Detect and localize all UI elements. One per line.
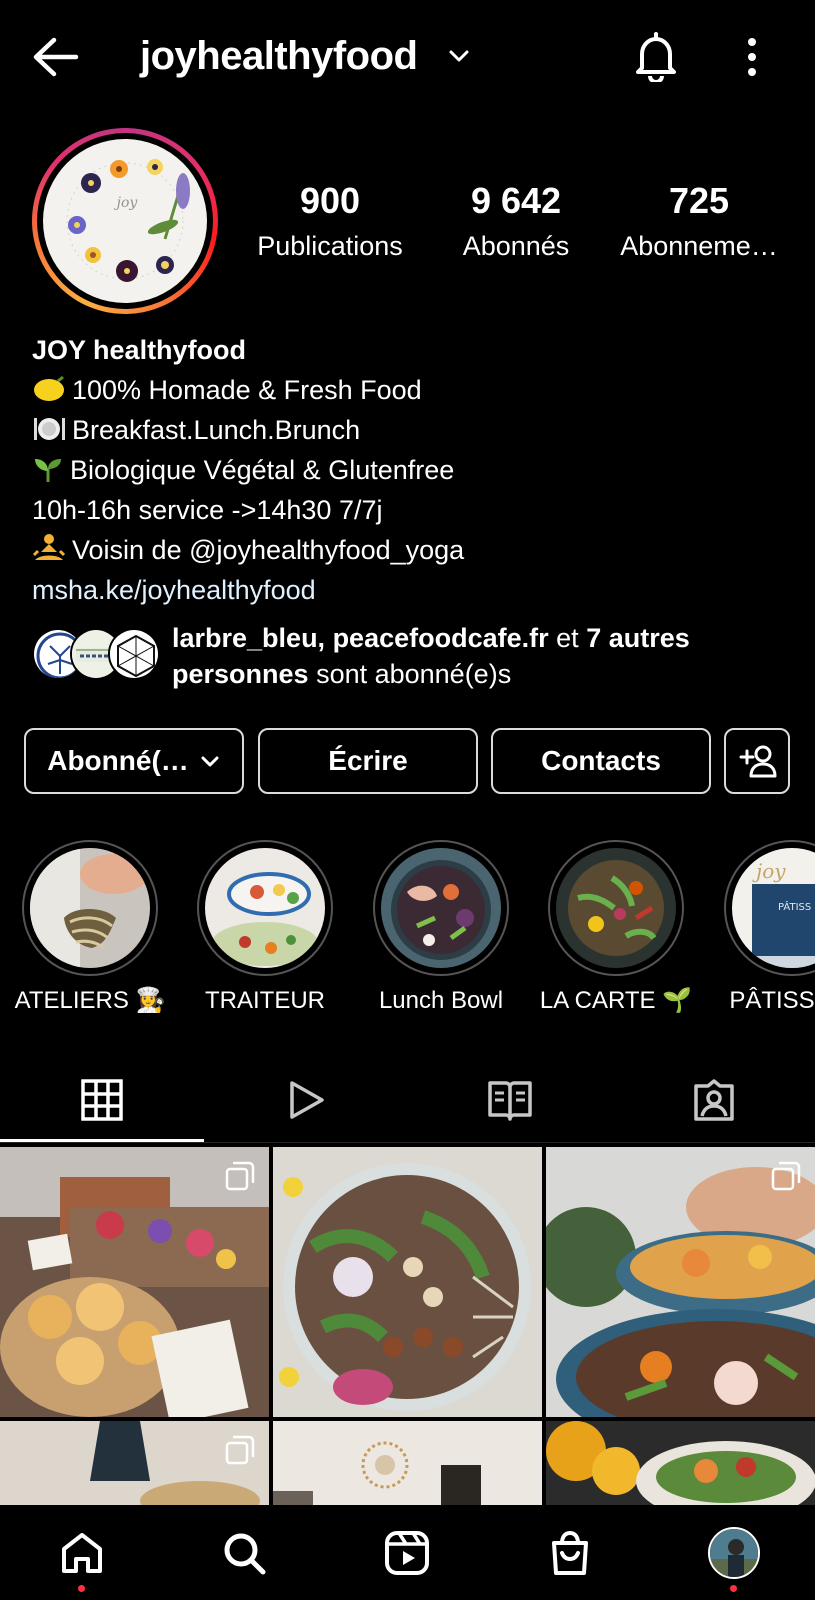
highlight-cover — [205, 848, 325, 968]
highlight-lunch-bowl[interactable]: Lunch Bowl — [373, 840, 509, 1014]
profile-avatar-icon — [708, 1527, 760, 1579]
shop-bag-icon — [552, 1530, 588, 1575]
tab-reels[interactable] — [204, 1058, 408, 1142]
nav-search[interactable] — [214, 1523, 274, 1583]
stat-followers[interactable]: 9 642 Abonnés — [448, 180, 584, 264]
highlight-cover — [556, 848, 676, 968]
bio-link[interactable]: msha.ke/joyhealthyfood — [32, 570, 792, 610]
message-button-label: Écrire — [328, 745, 408, 776]
bio-line-text: Breakfast.Lunch.Brunch — [72, 415, 361, 445]
post-grid — [0, 1147, 815, 1505]
bell-icon[interactable] — [632, 30, 680, 82]
profile-avatar: joy — [43, 139, 207, 303]
message-button[interactable]: Écrire — [258, 728, 478, 794]
highlight-ateliers[interactable]: ATELIERS 👩‍🍳 — [15, 840, 165, 1014]
following-button[interactable]: Abonné(… — [24, 728, 244, 794]
highlight-cover — [30, 848, 150, 968]
follower-avatar — [108, 628, 160, 680]
contacts-button[interactable]: Contacts — [491, 728, 711, 794]
followed-by-text: larbre_bleu, peacefoodcafe.fr et 7 autre… — [172, 620, 772, 692]
notification-dot — [730, 1585, 737, 1592]
followed-by-connector: et — [556, 623, 579, 653]
highlight-patisserie[interactable]: joy PÂTISS PÂTISSERI — [724, 840, 815, 1014]
seedling-icon — [35, 459, 61, 482]
profile-avatar-ring[interactable]: joy — [32, 128, 218, 314]
home-icon — [62, 1533, 102, 1573]
stat-following-count: 725 — [668, 180, 730, 221]
post-thumbnail[interactable] — [0, 1147, 269, 1417]
post-thumbnail[interactable] — [546, 1147, 815, 1417]
highlight-cover: joy PÂTISS — [732, 848, 815, 968]
chevron-down-icon[interactable] — [446, 40, 472, 70]
profile-bio: JOY healthyfood 100% Homade & Fresh Food… — [32, 330, 792, 610]
bio-line-text: Biologique Végétal & Glutenfree — [70, 455, 455, 485]
stat-posts-count: 900 — [299, 180, 361, 221]
profile-tabs — [0, 1058, 815, 1142]
post-thumbnail[interactable] — [0, 1421, 269, 1505]
grid-icon — [81, 1079, 123, 1121]
post-thumbnail[interactable] — [273, 1147, 542, 1417]
reels-icon — [385, 1531, 429, 1575]
bio-line: 100% Homade & Fresh Food — [32, 370, 792, 410]
contacts-button-label: Contacts — [541, 745, 661, 776]
nav-home[interactable] — [52, 1523, 112, 1592]
bio-line: Voisin de @joyhealthyfood_yoga — [32, 530, 792, 570]
following-button-label: Abonné(… — [47, 745, 189, 776]
profile-username[interactable]: joyhealthyfood — [140, 30, 418, 82]
carousel-icon — [771, 1161, 801, 1191]
search-icon — [224, 1533, 266, 1575]
highlight-cover-text: joy — [752, 859, 786, 883]
tab-tagged[interactable] — [612, 1058, 815, 1142]
post-thumbnail[interactable] — [273, 1421, 542, 1505]
stat-following[interactable]: 725 Abonneme… — [614, 180, 784, 264]
profile-display-name: JOY healthyfood — [32, 335, 247, 365]
bio-line-text: 100% Homade & Fresh Food — [72, 375, 422, 405]
stat-posts-label: Publications — [257, 231, 403, 261]
carousel-icon — [225, 1161, 255, 1191]
lemon-icon — [34, 375, 64, 401]
stat-following-label: Abonneme… — [620, 231, 778, 261]
bio-line: Biologique Végétal & Glutenfree — [32, 450, 792, 490]
plate-cutlery-icon — [34, 418, 65, 440]
highlight-traiteur[interactable]: TRAITEUR — [197, 840, 333, 1014]
top-bar: joyhealthyfood — [0, 0, 815, 112]
stat-followers-count: 9 642 — [470, 180, 562, 221]
suggest-users-button[interactable] — [724, 728, 790, 794]
tagged-person-icon — [694, 1079, 734, 1121]
stat-followers-label: Abonnés — [462, 231, 570, 261]
yoga-person-icon — [32, 534, 66, 560]
back-arrow-icon[interactable] — [30, 34, 82, 80]
chevron-down-icon — [201, 756, 219, 767]
highlight-cover — [381, 848, 501, 968]
highlight-label: PÂTISSERI — [729, 987, 815, 1014]
bottom-navigation — [0, 1505, 815, 1600]
flower-wreath-logo: joy — [66, 159, 190, 282]
tab-grid[interactable] — [0, 1058, 204, 1142]
add-user-icon — [739, 745, 777, 778]
post-thumbnail[interactable] — [546, 1421, 815, 1505]
followed-by-names: larbre_bleu, peacefoodcafe.fr — [172, 623, 549, 653]
avatar-logo-text: joy — [114, 195, 139, 211]
highlight-cover-text: PÂTISS — [778, 900, 811, 913]
tab-guides[interactable] — [408, 1058, 612, 1142]
guides-book-icon — [488, 1081, 532, 1121]
more-vertical-icon[interactable] — [738, 36, 766, 78]
carousel-icon — [225, 1435, 255, 1465]
stat-posts[interactable]: 900 Publications — [248, 180, 412, 264]
followed-by[interactable]: larbre_bleu, peacefoodcafe.fr et 7 autre… — [32, 618, 792, 698]
bio-line: Breakfast.Lunch.Brunch — [32, 410, 792, 450]
nav-shop[interactable] — [540, 1523, 600, 1583]
highlight-la-carte[interactable]: LA CARTE 🌱 — [540, 840, 692, 1014]
nav-profile[interactable] — [704, 1523, 764, 1592]
bio-line: 10h-16h service ->14h30 7/7j — [32, 495, 383, 525]
play-icon — [290, 1081, 324, 1119]
notification-dot — [78, 1585, 85, 1592]
tabs-divider — [0, 1142, 815, 1143]
nav-reels[interactable] — [377, 1523, 437, 1583]
followed-by-suffix: sont abonné(e)s — [316, 659, 512, 689]
bio-line-text[interactable]: Voisin de @joyhealthyfood_yoga — [72, 535, 464, 565]
